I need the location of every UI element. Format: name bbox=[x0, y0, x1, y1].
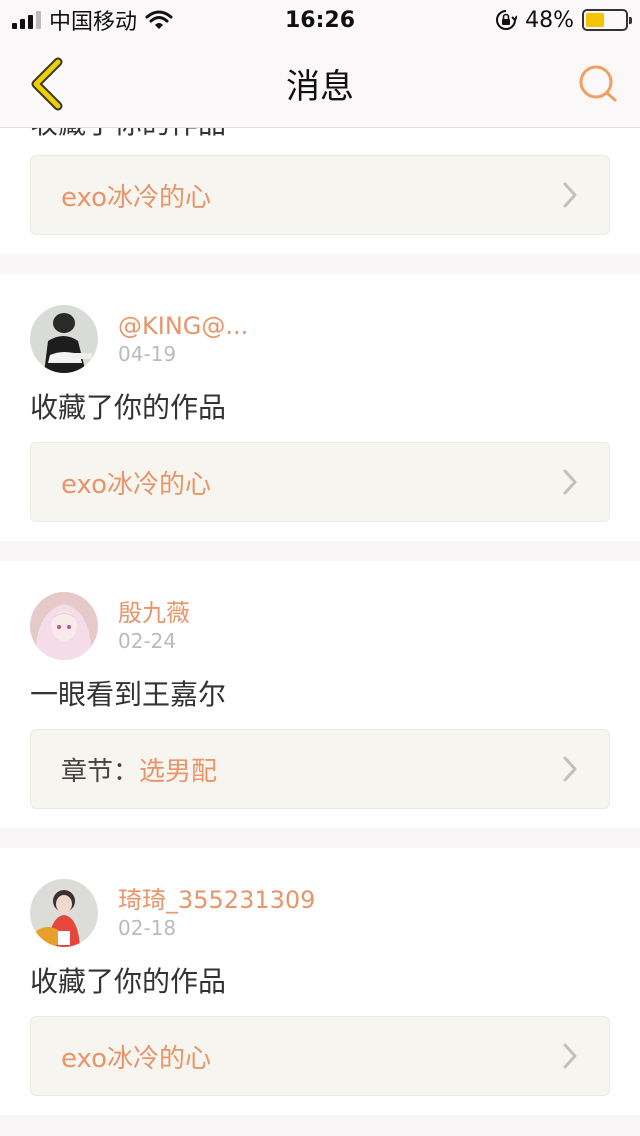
work-title: exo冰冷的心 bbox=[61, 1043, 212, 1074]
username[interactable]: @KING@... bbox=[118, 311, 248, 341]
battery-level bbox=[586, 13, 605, 27]
chevron-right-icon bbox=[563, 182, 577, 208]
chevron-right-icon bbox=[563, 756, 577, 782]
work-title: 选男配 bbox=[139, 756, 218, 787]
notification-message: 收藏了你的作品 bbox=[30, 391, 227, 424]
avatar[interactable] bbox=[30, 305, 98, 373]
rotation-lock-icon bbox=[496, 10, 518, 30]
battery-icon bbox=[582, 9, 632, 31]
avatar[interactable] bbox=[30, 879, 98, 947]
date: 02-18 bbox=[118, 916, 177, 940]
work-link[interactable]: exo冰冷的心 bbox=[30, 155, 610, 235]
search-icon bbox=[579, 65, 617, 102]
status-bar: 中国移动 16:26 48% bbox=[0, 0, 640, 40]
battery-percent: 48% bbox=[525, 7, 574, 33]
card-header: 殷九薇 02-24 bbox=[30, 591, 190, 661]
notification-card: @KING@... 04-19 收藏了你的作品 exo冰冷的心 bbox=[0, 274, 640, 541]
chevron-right-icon bbox=[563, 469, 577, 495]
wifi-icon bbox=[145, 10, 173, 29]
work-link[interactable]: exo冰冷的心 bbox=[30, 1016, 610, 1096]
username[interactable]: 殷九薇 bbox=[118, 598, 190, 628]
search-button[interactable] bbox=[570, 56, 626, 112]
work-link[interactable]: 章节： 选男配 bbox=[30, 729, 610, 809]
page-title: 消息 bbox=[286, 67, 354, 107]
chevron-right-icon bbox=[563, 1043, 577, 1069]
card-header: 琦琦_355231309 02-18 bbox=[30, 878, 315, 948]
work-label: 章节： bbox=[61, 756, 140, 787]
work-link[interactable]: exo冰冷的心 bbox=[30, 442, 610, 522]
card-header: @KING@... 04-19 bbox=[30, 304, 248, 374]
date: 02-24 bbox=[118, 629, 177, 653]
avatar[interactable] bbox=[30, 592, 98, 660]
notification-message: 收藏了你的作品 bbox=[30, 965, 227, 998]
cellular-signal-icon bbox=[12, 11, 41, 29]
notification-message: 一眼看到王嘉尔 bbox=[30, 678, 227, 711]
work-title: exo冰冷的心 bbox=[61, 469, 212, 500]
carrier-name: 中国移动 bbox=[49, 10, 138, 35]
date: 04-19 bbox=[118, 342, 177, 366]
username[interactable]: 琦琦_355231309 bbox=[118, 885, 315, 915]
chevron-left-icon bbox=[31, 57, 63, 111]
work-title: exo冰冷的心 bbox=[61, 182, 212, 213]
notification-card: 琦琦_355231309 02-18 收藏了你的作品 exo冰冷的心 bbox=[0, 848, 640, 1115]
navigation-bar: 消息 bbox=[0, 40, 640, 128]
notification-card: 殷九薇 02-24 一眼看到王嘉尔 章节： 选男配 bbox=[0, 561, 640, 828]
back-button[interactable] bbox=[16, 54, 76, 114]
